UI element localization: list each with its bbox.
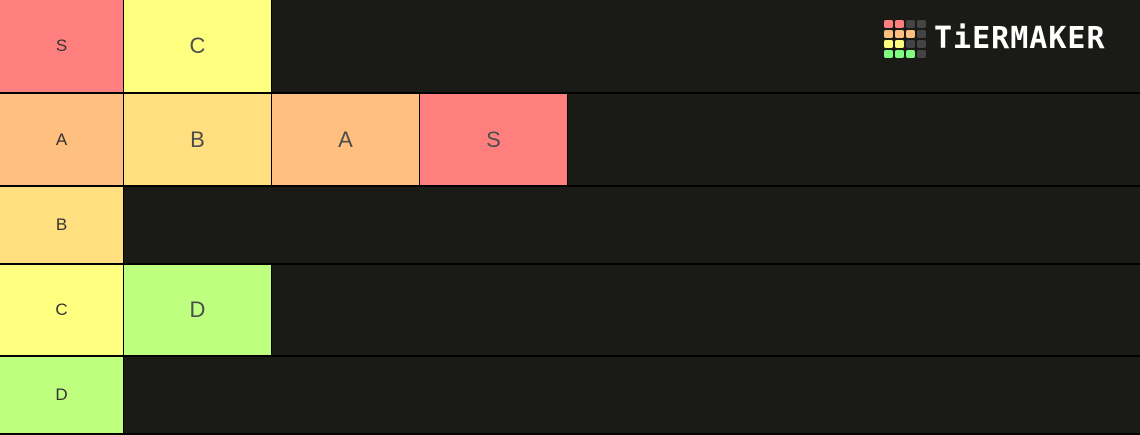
logo-grid-icon <box>884 20 926 58</box>
logo-grid-cell <box>917 30 926 38</box>
logo-grid-cell <box>906 40 915 48</box>
logo-grid-cell <box>906 50 915 58</box>
tier-item[interactable]: S <box>420 94 568 185</box>
logo-grid-cell <box>917 50 926 58</box>
logo-grid-cell <box>884 50 893 58</box>
tier-label-c[interactable]: C <box>0 265 124 355</box>
logo-grid-cell <box>917 20 926 28</box>
logo-grid-cell <box>895 30 904 38</box>
tier-items-s[interactable]: C <box>124 0 272 92</box>
tiermaker-logo: TiERMAKER <box>884 20 1106 58</box>
logo-text: TiERMAKER <box>934 21 1106 56</box>
tier-items-c[interactable]: D <box>124 265 272 355</box>
tier-row-d: D <box>0 357 1140 433</box>
tier-row-a: A B A S <box>0 94 1140 185</box>
tier-item[interactable]: A <box>272 94 420 185</box>
tier-list-board: S C A B A S B C D D TiERMAKER <box>0 0 1140 435</box>
tier-item[interactable]: B <box>124 94 272 185</box>
logo-grid-cell <box>884 30 893 38</box>
logo-grid-cell <box>906 30 915 38</box>
tier-label-s[interactable]: S <box>0 0 124 92</box>
tier-label-a[interactable]: A <box>0 94 124 185</box>
tier-label-b[interactable]: B <box>0 187 124 263</box>
logo-grid-cell <box>895 20 904 28</box>
logo-grid-cell <box>895 40 904 48</box>
logo-grid-cell <box>895 50 904 58</box>
logo-grid-cell <box>906 20 915 28</box>
tier-label-d[interactable]: D <box>0 357 124 433</box>
logo-grid-cell <box>884 20 893 28</box>
tier-item[interactable]: D <box>124 265 272 355</box>
logo-grid-cell <box>917 40 926 48</box>
logo-grid-cell <box>884 40 893 48</box>
tier-row-c: C D <box>0 265 1140 355</box>
tier-items-a[interactable]: B A S <box>124 94 568 185</box>
tier-item[interactable]: C <box>124 0 272 92</box>
tier-row-b: B <box>0 187 1140 263</box>
